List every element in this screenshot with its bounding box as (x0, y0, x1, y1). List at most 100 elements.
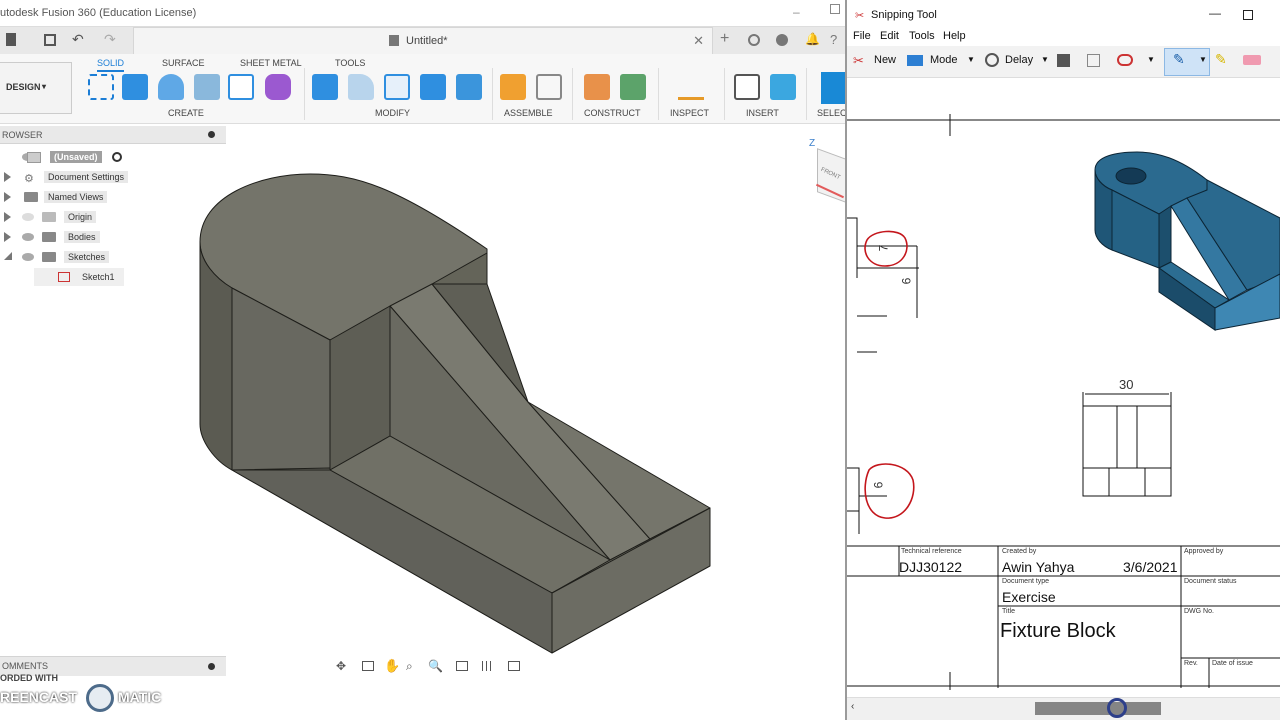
form-icon[interactable] (265, 74, 291, 100)
select-menu[interactable]: SELEC (817, 108, 847, 118)
delay-button[interactable]: Delay (1005, 54, 1033, 66)
close-tab-icon[interactable]: ✕ (693, 33, 704, 49)
modify-menu[interactable]: MODIFY (375, 108, 410, 118)
save-snip-icon[interactable] (1057, 54, 1070, 67)
new-component-icon[interactable] (500, 74, 526, 100)
shell-icon[interactable] (384, 74, 410, 100)
pattern-icon[interactable] (228, 74, 254, 100)
snip-title-bar: ✂ Snipping Tool — (847, 0, 1280, 30)
menu-tools[interactable]: Tools (909, 30, 935, 42)
tab-sheet-metal[interactable]: SHEET METAL (240, 58, 302, 68)
doc-type-value: Exercise (1002, 589, 1056, 605)
tab-solid[interactable]: SOLID (97, 58, 125, 72)
model-viewport[interactable] (0, 126, 850, 656)
add-comment-icon[interactable] (208, 663, 215, 670)
display-settings-icon[interactable] (456, 661, 468, 671)
help-icon[interactable]: ? (830, 32, 837, 47)
send-snip-icon[interactable] (1117, 54, 1133, 66)
tab-surface[interactable]: SURFACE (162, 58, 205, 68)
workspace-switcher[interactable]: DESIGN ▾ (0, 62, 72, 114)
inspect-menu[interactable]: INSPECT (670, 108, 709, 118)
sweep-icon[interactable] (194, 74, 220, 100)
tab-tools[interactable]: TOOLS (335, 58, 365, 68)
delay-chevron-down-icon[interactable]: ▼ (1041, 55, 1049, 64)
mode-chevron-down-icon[interactable]: ▼ (967, 55, 975, 64)
mode-button[interactable]: Mode (930, 54, 958, 66)
drawing-title: Fixture Block (1000, 620, 1116, 642)
grid-icon[interactable] (482, 661, 494, 671)
new-snip-icon[interactable]: ✂ (853, 53, 864, 69)
zoom-icon[interactable]: ⌕ (406, 659, 413, 674)
combine-icon[interactable] (420, 74, 446, 100)
extrude-icon[interactable] (122, 74, 148, 100)
date-of-issue-label: Date of issue (1212, 660, 1253, 667)
assemble-menu[interactable]: ASSEMBLE (504, 108, 553, 118)
notification-bell-icon[interactable]: 🔔 (805, 32, 820, 46)
file-menu-icon[interactable] (6, 33, 16, 46)
created-by-value: Awin Yahya (1002, 559, 1075, 575)
navigation-bar: ✥ ✋ ⌕ 🔍 (330, 657, 530, 677)
press-pull-icon[interactable] (312, 74, 338, 100)
snip-menu-bar: File Edit Tools Help (847, 28, 1280, 46)
tech-ref-label: Technical reference (901, 548, 962, 555)
insert-derive-icon[interactable] (734, 74, 760, 100)
maximize-icon[interactable] (830, 4, 840, 14)
snip-window-title: Snipping Tool (871, 9, 937, 21)
horizontal-scrollbar[interactable]: ‹ (847, 697, 1280, 720)
viewports-icon[interactable] (508, 661, 520, 671)
menu-edit[interactable]: Edit (880, 30, 899, 42)
job-status-icon[interactable] (776, 34, 788, 46)
minimize-icon[interactable]: — (1209, 6, 1221, 20)
insert-canvas-icon[interactable] (770, 74, 796, 100)
dimension-30: 30 (1119, 377, 1134, 392)
maximize-icon[interactable] (1243, 10, 1253, 20)
revolve-icon[interactable] (158, 74, 184, 100)
document-tab[interactable]: Untitled* ✕ (133, 27, 713, 54)
minimize-icon[interactable]: – (793, 5, 800, 19)
title-label: Title (1002, 608, 1015, 615)
send-chevron-down-icon[interactable]: ▼ (1147, 55, 1155, 64)
orbit-icon[interactable]: ✥ (336, 659, 346, 673)
copy-icon[interactable] (1087, 54, 1100, 67)
measure-icon[interactable] (678, 74, 704, 100)
save-icon[interactable] (44, 34, 56, 46)
look-at-icon[interactable] (362, 661, 374, 671)
scrollbar-thumb[interactable] (1035, 702, 1161, 715)
watermark-line2: REENCAST (0, 689, 78, 705)
eraser-icon[interactable] (1243, 55, 1261, 65)
midplane-icon[interactable] (620, 74, 646, 100)
construct-menu[interactable]: CONSTRUCT (584, 108, 641, 118)
new-button[interactable]: New (874, 54, 896, 66)
redo-icon[interactable]: ↷ (104, 31, 116, 48)
fillet-icon[interactable] (348, 74, 374, 100)
divider (304, 68, 305, 120)
document-tab-label: Untitled* (406, 35, 448, 47)
fixture-block-model[interactable] (199, 173, 711, 654)
doc-status-label: Document status (1184, 578, 1237, 585)
view-cube[interactable]: Z FRONT (805, 138, 850, 208)
new-tab-icon[interactable]: + (720, 30, 729, 48)
pan-hand-icon[interactable]: ✋ (384, 658, 400, 674)
insert-menu[interactable]: INSERT (746, 108, 779, 118)
rev-label: Rev. (1184, 660, 1198, 667)
menu-help[interactable]: Help (943, 30, 966, 42)
offset-plane-icon[interactable] (584, 74, 610, 100)
divider (724, 68, 725, 120)
pen-chevron-down-icon[interactable]: ▼ (1199, 55, 1207, 64)
scroll-left-icon[interactable]: ‹ (851, 701, 854, 712)
watermark-line3: MATIC (118, 689, 162, 705)
create-sketch-icon[interactable] (88, 74, 114, 100)
snip-canvas[interactable]: 7 6 30 6 Technical reference DJJ30122 Cr… (847, 78, 1280, 696)
cursor-highlight-icon (1107, 698, 1127, 718)
create-menu[interactable]: CREATE (168, 108, 204, 118)
divider (572, 68, 573, 120)
highlighter-icon[interactable]: ✎ (1215, 51, 1227, 68)
menu-file[interactable]: File (853, 30, 871, 42)
comments-title: OMMENTS (2, 661, 48, 671)
fit-icon[interactable]: 🔍 (428, 659, 443, 673)
align-icon[interactable] (456, 74, 482, 100)
joint-icon[interactable] (536, 74, 562, 100)
chevron-down-icon: ▾ (42, 82, 47, 91)
online-status-icon[interactable] (748, 34, 760, 46)
undo-icon[interactable]: ↶ (72, 31, 84, 48)
